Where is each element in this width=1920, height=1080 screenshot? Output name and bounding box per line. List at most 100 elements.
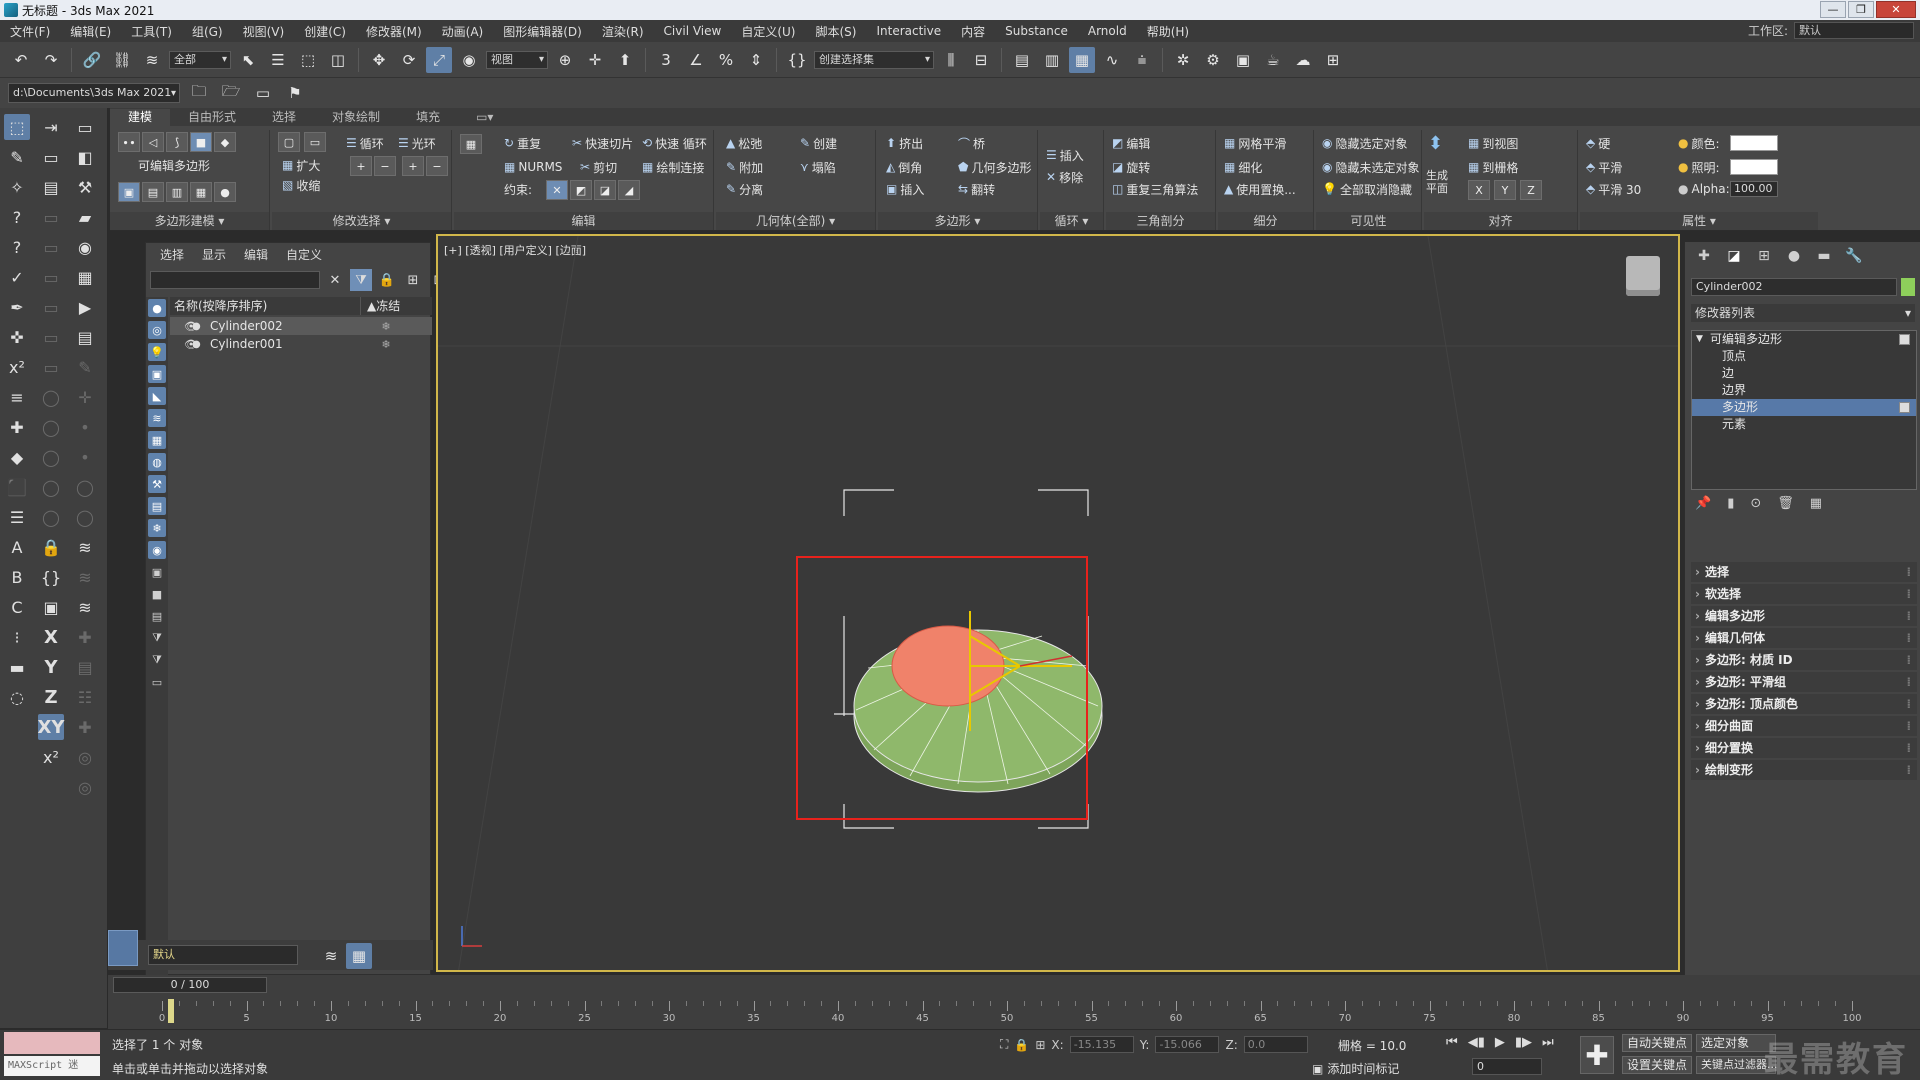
circle-select-icon[interactable]: ◌ — [4, 684, 30, 710]
render-icon[interactable]: ☕ — [1260, 47, 1286, 73]
filter-xrefs-icon[interactable]: ◍ — [148, 453, 166, 471]
stack-lightbulb-icon[interactable] — [1899, 402, 1910, 413]
hierarchy-icon[interactable]: ⊞ — [402, 269, 424, 291]
brush-icon[interactable]: ▰ — [72, 204, 98, 230]
alpha-input[interactable]: 100.00 — [1730, 181, 1778, 197]
stack-item-border[interactable]: 边界 — [1692, 382, 1916, 399]
current-frame-input[interactable]: 0 — [1472, 1058, 1542, 1075]
menu-file[interactable]: 文件(F) — [0, 23, 60, 40]
unlink-icon[interactable]: ⛓ — [109, 47, 135, 73]
menu-views[interactable]: 视图(V) — [233, 23, 295, 40]
se-menu-display[interactable]: 显示 — [202, 246, 226, 263]
go-to-start-icon[interactable]: ⏮ — [1446, 1035, 1458, 1050]
dim-tool-6-icon[interactable]: ▭ — [38, 354, 64, 380]
ring-shrink-icon[interactable]: − — [426, 156, 448, 176]
add-icon[interactable]: ✚ — [4, 414, 30, 440]
axis-constraint-icon[interactable]: x² — [38, 744, 64, 770]
stack-item-vertex[interactable]: 顶点 — [1692, 348, 1916, 365]
align-y-button[interactable]: Y — [1494, 180, 1516, 200]
menu-interactive[interactable]: Interactive — [866, 24, 951, 38]
filter-geometry-icon[interactable]: ● — [148, 299, 166, 317]
loop-button[interactable]: ☰ 循环 — [346, 134, 384, 152]
layer-explorer-icon[interactable]: ▤ — [1009, 47, 1035, 73]
dim-tool-14-icon[interactable]: • — [72, 414, 98, 440]
nurms-button[interactable]: ▦ NURMS — [504, 158, 562, 176]
text-b-icon[interactable]: B — [4, 564, 30, 590]
create-project-icon[interactable]: 🗁 — [218, 80, 244, 106]
filter-cameras-icon[interactable]: ▣ — [148, 365, 166, 383]
poly-tool-2-icon[interactable]: ▤ — [142, 182, 164, 202]
repeat-button[interactable]: ↻ 重复 — [504, 134, 541, 152]
set-key-icon[interactable]: ✚ — [1580, 1036, 1614, 1074]
to-view-button[interactable]: ▦ 到视图 — [1468, 134, 1518, 152]
ref-coord-select[interactable]: 视图 — [486, 50, 548, 69]
dim-tool-3-icon[interactable]: ▭ — [38, 264, 64, 290]
menu-graph-editors[interactable]: 图形编辑器(D) — [493, 23, 592, 40]
unhide-all-button[interactable]: 💡 全部取消隐藏 — [1322, 180, 1412, 198]
globe-icon[interactable]: ◉ — [72, 234, 98, 260]
material-editor-icon[interactable]: ✲ — [1170, 47, 1196, 73]
align-x-button[interactable]: X — [1468, 180, 1490, 200]
modify-tab-icon[interactable]: ◪ — [1723, 245, 1745, 267]
stack-item-edge[interactable]: 边 — [1692, 365, 1916, 382]
flip-button[interactable]: ⇆ 翻转 — [958, 180, 995, 198]
move-icon[interactable]: ✥ — [366, 47, 392, 73]
monitor-icon[interactable]: ▭ — [72, 114, 98, 140]
film-icon[interactable]: ▤ — [72, 324, 98, 350]
group-label-align[interactable]: 对齐 — [1424, 212, 1577, 230]
axis-z-icon[interactable]: Z — [38, 684, 64, 710]
stack-lightbulb-icon[interactable] — [1899, 334, 1910, 345]
perspective-viewport[interactable]: [+] [透视] [用户定义] [边面] — [436, 234, 1680, 972]
select-icon[interactable]: ⬚ — [4, 114, 30, 140]
group-label-modify-selection[interactable]: 修改选择 ▾ — [272, 212, 451, 230]
poly-tool-5-icon[interactable]: ● — [214, 182, 236, 202]
shrink-button[interactable]: ▧ 收缩 — [282, 176, 320, 194]
rollout-vertex-colors[interactable]: 多边形: 顶点颜色 — [1691, 694, 1917, 714]
configure-sets-icon[interactable]: ▦ — [1810, 496, 1822, 511]
y-coord-field[interactable]: -15.066 — [1155, 1036, 1220, 1053]
dim-tool-15-icon[interactable]: • — [72, 444, 98, 470]
board-icon[interactable]: ▭ — [38, 144, 64, 170]
x-coord-field[interactable]: -15.135 — [1069, 1036, 1134, 1053]
create-tab-icon[interactable]: ✚ — [1693, 245, 1715, 267]
ring-button[interactable]: ☰ 光环 — [398, 134, 436, 152]
relax-button[interactable]: ▲ 松弛 — [726, 134, 762, 152]
tab-modeling[interactable]: 建模 — [110, 109, 171, 126]
menu-animation[interactable]: 动画(A) — [432, 23, 494, 40]
ribbon-options-icon[interactable]: ▭▾ — [458, 109, 511, 126]
make-unique-icon[interactable]: ⊙ — [1750, 496, 1761, 511]
keyboard-shortcut-icon[interactable]: ⬆ — [612, 47, 638, 73]
dim-tool-4-icon[interactable]: ▭ — [38, 294, 64, 320]
dim-tool-1-icon[interactable]: ▭ — [38, 204, 64, 230]
layer-table-icon[interactable]: ▦ — [346, 943, 372, 969]
text-a-icon[interactable]: A — [4, 534, 30, 560]
angle-snap-icon[interactable]: ∠ — [683, 47, 709, 73]
absolute-mode-icon[interactable]: ⊞ — [1035, 1038, 1045, 1052]
scene-search-input[interactable] — [150, 271, 320, 289]
loop-insert-button[interactable]: ☰ 插入 — [1046, 146, 1084, 164]
filter-funnel2-icon[interactable]: ⧩ — [148, 651, 166, 669]
filter-spacewarps-icon[interactable]: ≋ — [148, 409, 166, 427]
modifier-list-select[interactable]: 修改器列表 — [1691, 304, 1915, 322]
tri-turn-button[interactable]: ◪ 旋转 — [1112, 158, 1150, 176]
quickloop-button[interactable]: ⟲ 快速 循环 — [642, 134, 707, 152]
placement-icon[interactable]: ◉ — [456, 47, 482, 73]
object-color-swatch[interactable] — [1901, 278, 1915, 296]
select-by-name-icon[interactable]: ☰ — [265, 47, 291, 73]
lock-icon[interactable]: 🔒 — [38, 534, 64, 560]
select-manipulate-icon[interactable]: ✛ — [582, 47, 608, 73]
se-menu-edit[interactable]: 编辑 — [244, 246, 268, 263]
polygon-mode-icon[interactable]: ■ — [190, 132, 212, 152]
auto-key-button[interactable]: 自动关键点 — [1622, 1034, 1693, 1052]
prev-frame-icon[interactable]: ◀▮ — [1468, 1035, 1485, 1050]
hammer-icon[interactable]: ⚒ — [72, 174, 98, 200]
workspace-select[interactable]: 默认 — [1794, 22, 1914, 39]
stack-item-editable-poly[interactable]: 可编辑多边形 — [1692, 331, 1916, 348]
text-c-icon[interactable]: C — [4, 594, 30, 620]
group-label-properties[interactable]: 属性 ▾ — [1580, 212, 1818, 230]
menu-scripting[interactable]: 脚本(S) — [805, 23, 866, 40]
tri-edit-button[interactable]: ◩ 编辑 — [1112, 134, 1150, 152]
motion-tab-icon[interactable]: ● — [1783, 245, 1805, 267]
smooth-button[interactable]: ⬘ 平滑 — [1586, 158, 1622, 176]
menu-create[interactable]: 创建(C) — [294, 23, 356, 40]
